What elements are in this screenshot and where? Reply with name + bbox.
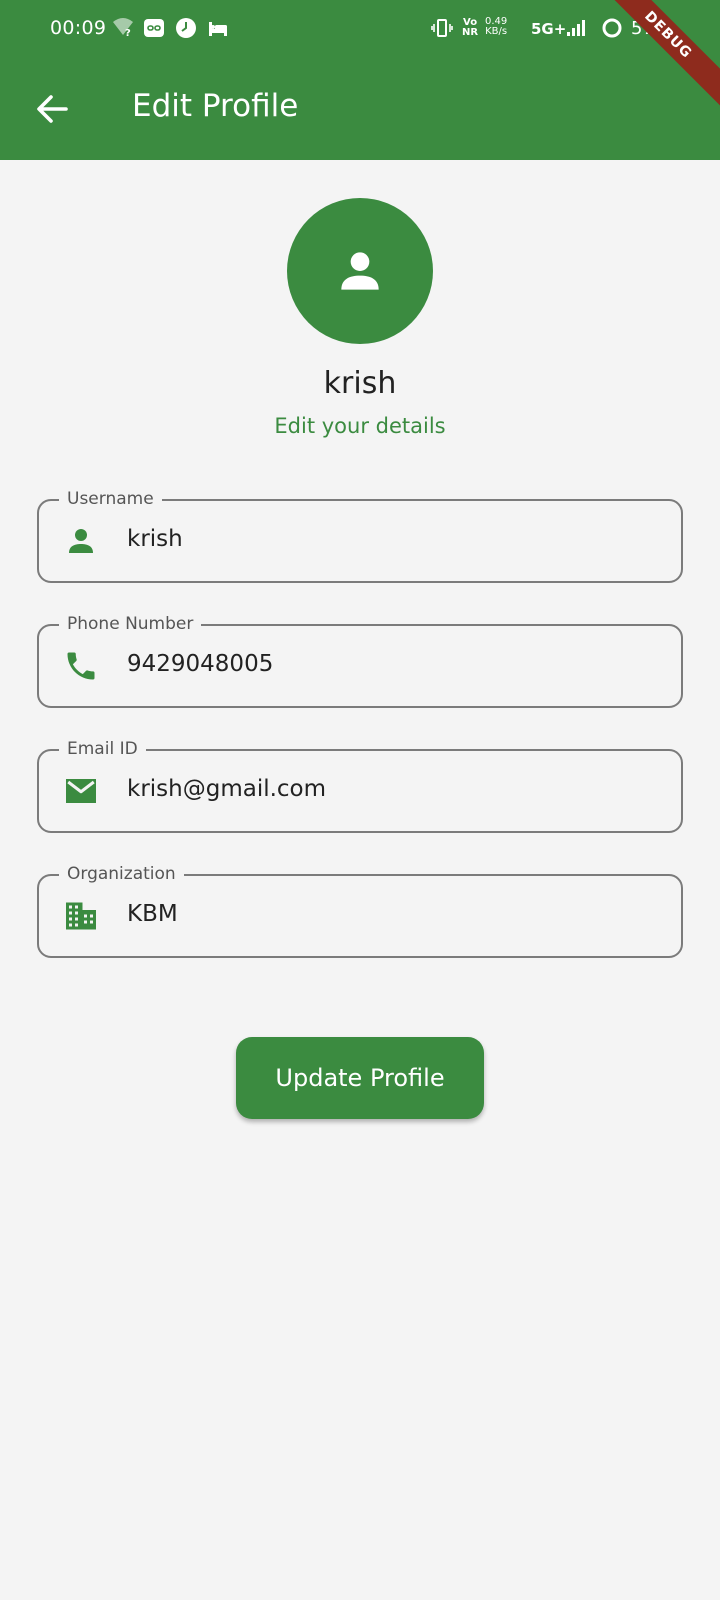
signal-icon	[567, 20, 585, 36]
link-icon	[144, 19, 164, 37]
profile-name: krish	[323, 366, 397, 401]
organization-label: Organization	[59, 863, 184, 885]
page-title: Edit Profile	[132, 88, 299, 124]
email-field[interactable]: Email ID krish@gmail.com	[37, 738, 683, 833]
organization-input[interactable]: KBM	[127, 901, 178, 927]
net-speed: 0.49 KB/s	[485, 16, 508, 37]
avatar	[287, 198, 433, 344]
svg-text:?: ?	[125, 28, 131, 37]
status-bar: 00:09 ? Vo NR 0.49 KB/s 5G+	[0, 0, 720, 58]
phone-icon	[67, 652, 95, 680]
app-bar: 00:09 ? Vo NR 0.49 KB/s 5G+ DEBUG Edit P…	[0, 0, 720, 160]
username-field[interactable]: Username krish	[37, 488, 683, 583]
building-icon	[66, 902, 96, 930]
update-profile-button[interactable]: Update Profile	[236, 1037, 484, 1119]
phone-field[interactable]: Phone Number 9429048005	[37, 613, 683, 708]
bed-icon	[209, 22, 227, 36]
status-time: 00:09	[50, 17, 107, 39]
battery-saver-icon	[602, 18, 622, 38]
phone-input[interactable]: 9429048005	[127, 651, 273, 677]
person-icon	[341, 252, 379, 290]
profile-subtitle: Edit your details	[274, 414, 446, 438]
network-type: 5G+	[531, 20, 567, 38]
arrow-back-icon[interactable]	[34, 91, 70, 127]
vibrate-icon	[431, 19, 453, 37]
person-icon	[69, 529, 93, 553]
username-label: Username	[59, 488, 162, 510]
username-input[interactable]: krish	[127, 526, 183, 552]
email-label: Email ID	[59, 738, 146, 760]
volte-indicator: Vo NR	[462, 17, 479, 38]
email-input[interactable]: krish@gmail.com	[127, 776, 326, 802]
wifi-question-icon: ?	[113, 18, 133, 37]
clock-icon	[176, 18, 196, 38]
phone-label: Phone Number	[59, 613, 202, 635]
email-icon	[66, 779, 96, 803]
organization-field[interactable]: Organization KBM	[37, 863, 683, 958]
